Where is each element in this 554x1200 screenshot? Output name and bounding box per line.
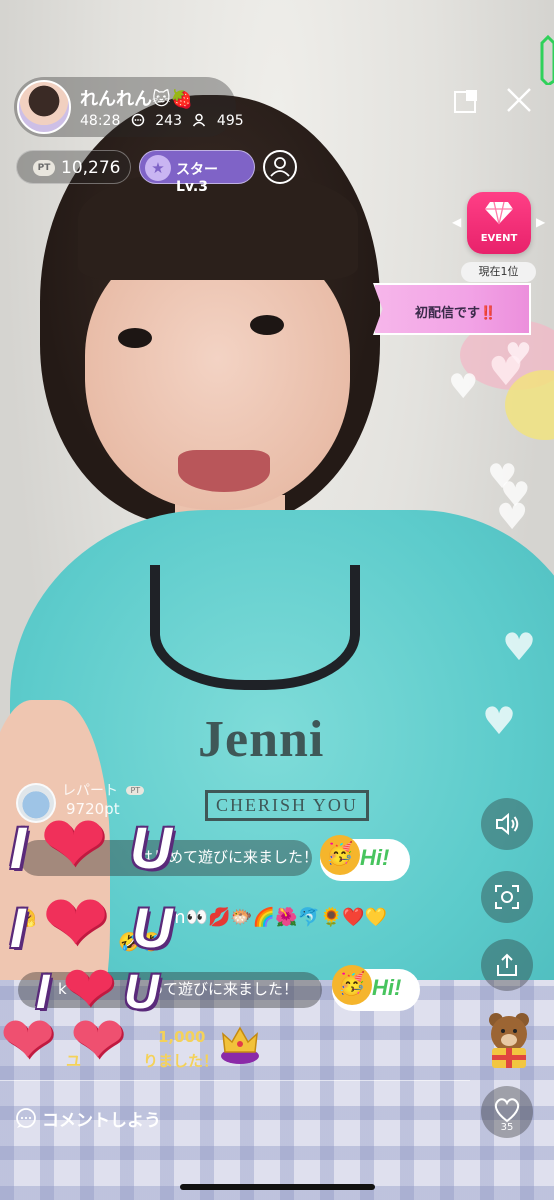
user-profile-button[interactable] <box>263 150 297 184</box>
diamond-icon <box>485 201 513 225</box>
comment-bubble-icon[interactable] <box>14 1106 38 1130</box>
host-name: れんれん🐱🍓 <box>80 85 193 111</box>
ilu-heart-icon: ❤ <box>42 877 110 970</box>
points-badge: PT <box>33 160 55 176</box>
host-info-pill[interactable]: れんれん🐱🍓 48:28 243 495 <box>14 77 244 137</box>
gift-bear-icon <box>489 1013 529 1068</box>
ilu-sticker-u: U <box>124 966 159 1019</box>
home-indicator[interactable] <box>180 1184 375 1190</box>
user-profile-icon <box>270 157 290 177</box>
commenter-name: レパート PT <box>62 780 145 800</box>
points-value: 10,276 <box>61 158 121 178</box>
like-count: 35 <box>500 1122 514 1133</box>
event-label: EVENT <box>480 233 518 244</box>
stream-title-text: 初配信です‼️ <box>415 306 497 321</box>
ilu-heart-icon: ❤ <box>40 798 108 891</box>
event-next-arrow[interactable]: ▶ <box>536 215 545 229</box>
star-icon: ★ <box>145 155 171 181</box>
elapsed-time: 48:28 <box>80 113 121 129</box>
ilu-heart-icon: ❤ <box>70 1002 126 1079</box>
streamer-eye <box>118 328 152 348</box>
comment-count-icon <box>131 113 149 129</box>
hi-sticker-text: Hi! <box>372 975 402 1000</box>
shirt-print-sub: CHERISH YOU <box>205 790 369 821</box>
comment-input[interactable]: コメントしよう <box>42 1106 161 1131</box>
ilu-heart-icon: ❤ <box>0 1002 56 1079</box>
gift-points: 1,000 <box>158 1028 206 1046</box>
gift-message: りました！ <box>143 1052 219 1070</box>
party-face-icon: 🥳 <box>320 835 360 875</box>
ilu-sticker-u: U <box>130 816 172 881</box>
hi-sticker-text: Hi! <box>360 845 390 870</box>
hi-sticker: 🥳 Hi! <box>332 965 420 1011</box>
minimize-icon[interactable] <box>453 88 479 114</box>
shirt-print: Jenni <box>198 711 325 768</box>
like-button[interactable]: 35 <box>481 1086 533 1138</box>
volume-icon <box>496 812 519 836</box>
host-stats: 48:28 243 495 <box>80 113 250 129</box>
heart-like-icon <box>494 1098 520 1123</box>
comment-count: 243 <box>155 113 182 129</box>
points-pill[interactable]: PT 10,276 <box>16 150 131 184</box>
ilu-sticker-i: I <box>10 896 26 959</box>
screenshot-button[interactable] <box>481 871 533 923</box>
comment-text: めて遊びに来ました！ <box>148 980 299 998</box>
ilu-sticker-u: U <box>132 896 173 959</box>
stream-title-banner: 初配信です‼️ <box>373 283 531 335</box>
star-level-label: スター Lv.3 <box>176 162 218 195</box>
event-button[interactable]: EVENT <box>467 192 531 254</box>
share-button[interactable] <box>481 939 533 991</box>
viewer-icon <box>192 113 210 129</box>
floating-heart-icon: ♥ <box>448 367 479 407</box>
event-rank-tag: 現在1位 <box>461 262 536 282</box>
emoji-comment: m👀💋🐡🌈🌺🐬🌻❤️💛 <box>168 907 388 928</box>
star-level-pill[interactable]: ★ スター Lv.3 <box>139 150 255 195</box>
host-avatar[interactable] <box>17 80 71 134</box>
host-name-text: れんれん <box>80 89 152 110</box>
hi-sticker: 🥳 Hi! <box>320 835 410 881</box>
host-name-emojis: 🐱🍓 <box>152 89 194 110</box>
streamer-mouth <box>178 450 270 492</box>
comment-bar-divider <box>0 1080 470 1081</box>
party-face-icon: 🥳 <box>332 965 372 1005</box>
volume-button[interactable] <box>481 798 533 850</box>
commenter-name-text: レパート <box>62 783 118 799</box>
close-icon[interactable] <box>505 86 533 114</box>
share-icon <box>497 953 517 976</box>
commenter-pt-badge: PT <box>126 786 145 795</box>
viewer-count: 495 <box>216 113 244 129</box>
streamer-collar <box>150 565 360 690</box>
ilu-sticker-i: I <box>10 816 27 881</box>
event-prev-arrow[interactable]: ◀ <box>452 215 461 229</box>
gift-bear-button[interactable] <box>483 1010 535 1070</box>
floating-heart-icon: ♥ <box>482 699 517 743</box>
screenshot-icon <box>495 885 519 909</box>
streamer-eye <box>250 315 284 335</box>
floating-heart-icon: ♥ <box>496 497 529 538</box>
floating-heart-icon: ♥ <box>502 625 537 669</box>
app-logo-corner <box>540 35 554 85</box>
crown-icon <box>221 1026 259 1064</box>
floating-heart-icon: ♥ <box>505 337 532 372</box>
